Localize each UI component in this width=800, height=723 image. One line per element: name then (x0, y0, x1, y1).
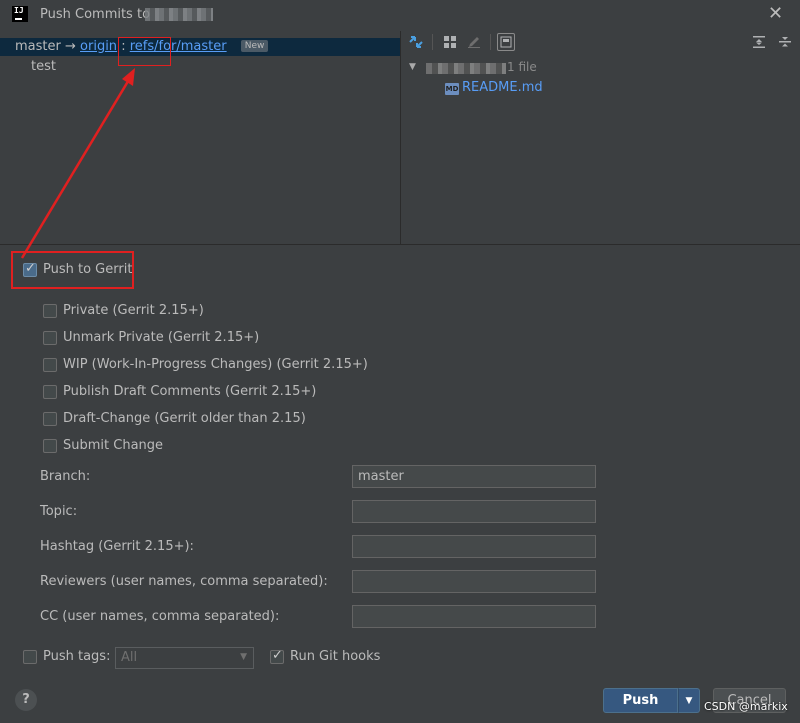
annotation-arrow (20, 68, 135, 259)
